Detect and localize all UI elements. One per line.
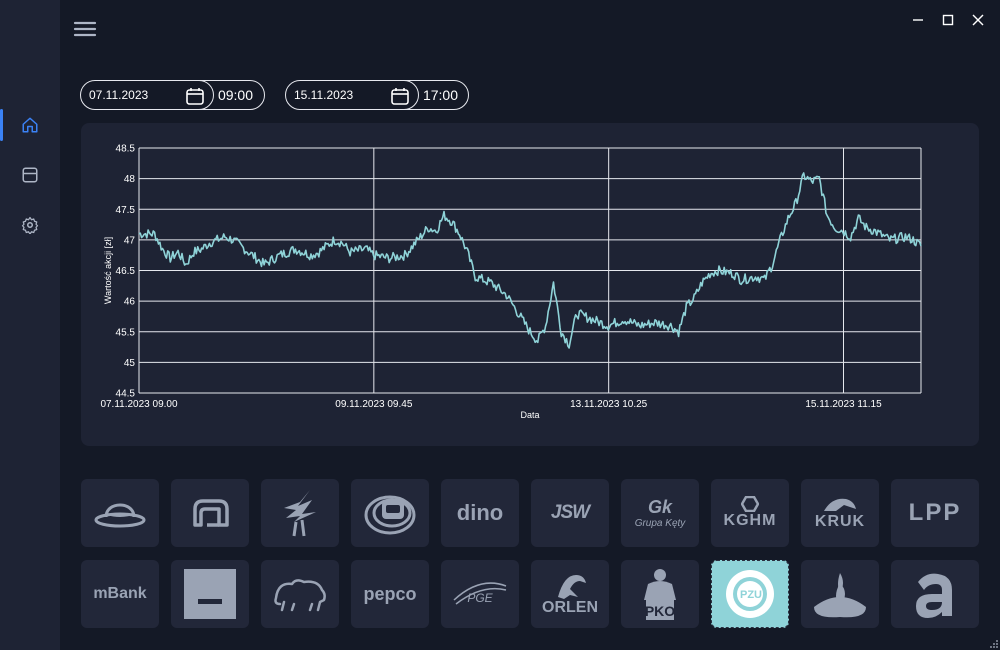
maximize-button[interactable] — [938, 10, 958, 30]
svg-text:PKO: PKO — [645, 603, 675, 619]
company-tile-lpp[interactable]: LPP — [891, 479, 979, 547]
y-tick-label: 46 — [124, 297, 136, 308]
company-tile-allegro[interactable] — [891, 560, 979, 628]
y-axis-label: Wartość akcji [zł] — [103, 237, 113, 304]
y-tick-label: 46.5 — [116, 266, 136, 277]
resize-grip-icon[interactable] — [988, 638, 998, 648]
minimize-icon — [913, 19, 923, 21]
company-tile-pepco[interactable]: pepco — [351, 560, 429, 628]
grupa-kety-subtitle: Grupa Kęty — [634, 518, 686, 529]
orlen-eagle-icon — [558, 575, 586, 599]
y-tick-label: 48 — [124, 174, 136, 185]
company-tile-asseco[interactable] — [351, 479, 429, 547]
company-tile-kghm[interactable]: KGHM — [711, 479, 789, 547]
calendar-icon[interactable] — [185, 86, 205, 106]
maximize-icon — [942, 14, 954, 26]
company-tile-bowler[interactable] — [81, 479, 159, 547]
orlen-logo: ORLEN — [542, 599, 598, 616]
x-tick-label: 09.11.2023 09.45 — [335, 399, 413, 410]
company-tile-jsw[interactable]: JSW — [531, 479, 609, 547]
menu-hamburger-icon[interactable] — [73, 19, 97, 39]
santander-logo-icon — [814, 573, 866, 618]
kruk-logo: KRUK — [814, 513, 866, 530]
start-date-field[interactable]: 07.11.2023 — [80, 80, 214, 110]
end-date-field[interactable]: 15.11.2023 — [285, 80, 419, 110]
cd-projekt-logo-icon — [284, 490, 316, 537]
company-tile-santander[interactable] — [801, 560, 879, 628]
allegro-logo-icon — [916, 573, 952, 618]
pko-logo-icon: PKO — [644, 569, 676, 620]
pge-logo: PGE — [467, 591, 493, 605]
calendar-icon[interactable] — [390, 86, 410, 106]
x-tick-label: 15.11.2023 11.15 — [805, 399, 882, 410]
company-tile-pko[interactable]: PKO — [621, 560, 699, 628]
kghm-logo: KGHM — [723, 512, 777, 529]
y-tick-label: 47 — [124, 235, 136, 246]
kruk-bird-icon — [824, 498, 856, 511]
company-tile-pekao[interactable] — [171, 560, 249, 628]
bowler-hat-logo-icon — [94, 503, 146, 528]
company-tile-cd-projekt[interactable] — [261, 479, 339, 547]
asseco-logo-icon — [364, 495, 416, 535]
sidebar — [0, 0, 60, 650]
close-icon — [972, 14, 984, 26]
chart-panel: 48.5 48 47.5 47 46.5 46 45.5 45 44.5 07.11.2023 0… — [81, 123, 979, 446]
y-tick-label: 47.5 — [116, 205, 136, 216]
company-tile-kruk[interactable]: KRUK — [801, 479, 879, 547]
jsw-logo: JSW — [550, 502, 590, 523]
bison-logo-icon — [274, 579, 326, 612]
x-tick-label: 07.11.2023 09.00 — [100, 399, 178, 410]
sidebar-item-settings[interactable] — [0, 207, 60, 243]
layout-icon — [22, 167, 38, 183]
pekao-logo-icon — [184, 569, 236, 619]
sidebar-item-layout[interactable] — [0, 157, 60, 193]
close-button[interactable] — [968, 10, 988, 30]
start-date-value: 07.11.2023 — [89, 88, 149, 102]
settings-gear-icon — [21, 216, 39, 234]
company-tile-grupa-kety[interactable]: Gk Grupa Kęty — [621, 479, 699, 547]
company-tile-cyfrowy-polsat[interactable] — [171, 479, 249, 547]
end-time-value: 17:00 — [422, 87, 459, 103]
pzu-logo: PZU — [740, 589, 762, 601]
company-tile-bison[interactable] — [261, 560, 339, 628]
y-tick-label: 44.5 — [116, 389, 136, 400]
company-tile-dino[interactable]: dino — [441, 479, 519, 547]
sidebar-item-home[interactable] — [0, 107, 60, 143]
home-icon — [22, 117, 38, 133]
start-time-value: 09:00 — [217, 87, 254, 103]
lpp-logo: LPP — [908, 499, 962, 526]
company-tile-mbank[interactable]: mBank — [81, 560, 159, 628]
x-axis-label: Data — [520, 410, 539, 420]
company-tile-orlen[interactable]: ORLEN — [531, 560, 609, 628]
y-tick-label: 45.5 — [116, 327, 136, 338]
dino-logo: dino — [456, 500, 504, 525]
pepco-logo: pepco — [363, 583, 417, 604]
company-tile-pzu[interactable]: PZU — [711, 560, 789, 628]
grupa-kety-logo: Gk — [647, 497, 672, 517]
kghm-hexagon-icon — [741, 496, 759, 512]
y-tick-label: 45 — [124, 358, 136, 369]
mbank-logo: mBank — [93, 585, 147, 602]
price-series-line — [138, 172, 922, 349]
stock-chart: 48.5 48 47.5 47 46.5 46 45.5 45 44.507.11.2023 0… — [100, 144, 922, 420]
y-tick-label: 48.5 — [116, 144, 136, 155]
minimize-button[interactable] — [908, 10, 928, 30]
end-date-value: 15.11.2023 — [294, 88, 354, 102]
cyfrowy-polsat-logo-icon — [193, 499, 229, 527]
x-tick-label: 13.11.2023 10.25 — [570, 399, 648, 410]
company-tile-pge[interactable]: PGE — [441, 560, 519, 628]
